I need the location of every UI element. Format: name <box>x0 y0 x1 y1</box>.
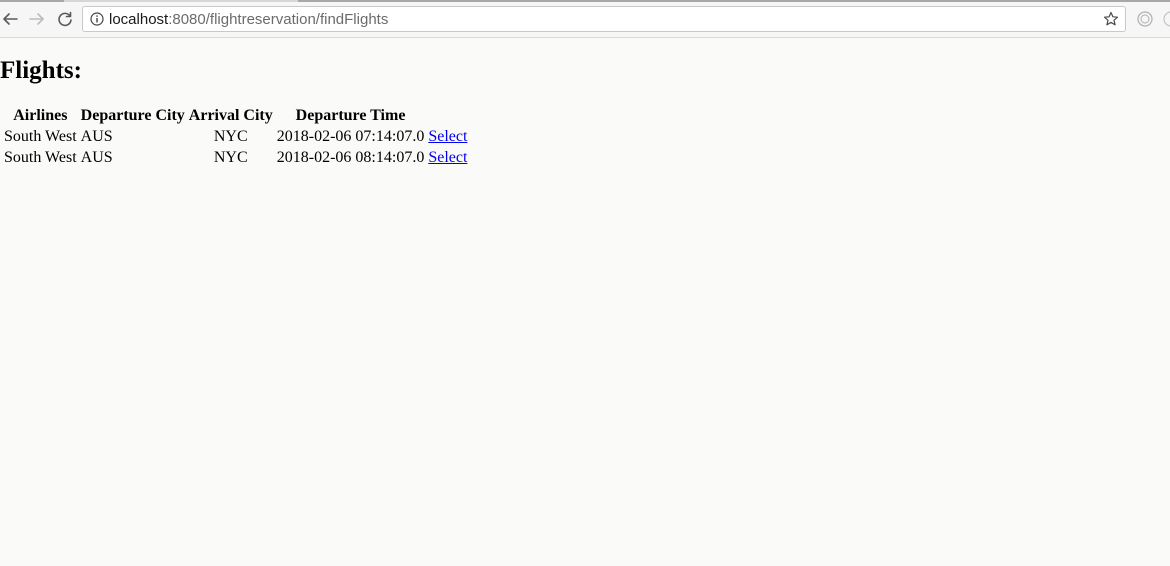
star-icon[interactable] <box>1103 11 1119 27</box>
browser-toolbar: localhost:8080/flightreservation/findFli… <box>0 0 1170 38</box>
extension-icon[interactable] <box>1137 11 1153 27</box>
table-row: South West AUS NYC 2018-02-06 07:14:07.0… <box>3 127 468 146</box>
tab-indicator <box>0 0 64 2</box>
extension-icon-secondary[interactable] <box>1163 11 1170 27</box>
cell-arrival-city: NYC <box>213 128 248 145</box>
select-flight-link[interactable]: Select <box>428 149 467 166</box>
header-action <box>427 106 468 125</box>
cell-action: Select <box>427 148 468 167</box>
cell-arrival-city: NYC <box>213 149 248 166</box>
address-bar[interactable]: localhost:8080/flightreservation/findFli… <box>82 6 1126 32</box>
url-host: localhost <box>109 10 169 28</box>
table-row: South West AUS NYC 2018-02-06 08:14:07.0… <box>3 148 468 167</box>
tab-strip <box>0 0 1170 2</box>
page-title: Flights: <box>0 57 82 84</box>
header-arrival-city: Arrival City <box>188 107 273 124</box>
url-path: :8080/flightreservation/findFlights <box>168 10 389 28</box>
cell-departure-time: 2018-02-06 08:14:07.0 <box>276 149 425 166</box>
reload-icon <box>58 11 72 27</box>
tab-indicator-secondary <box>298 0 1170 2</box>
flights-table: Airlines Departure City Arrival City Dep… <box>1 104 470 169</box>
cell-departure-time: 2018-02-06 07:14:07.0 <box>276 128 425 145</box>
header-departure-time: Departure Time <box>295 107 406 124</box>
cell-departure-city: AUS <box>80 128 113 145</box>
cell-airline: South West <box>4 128 77 145</box>
url-text[interactable]: localhost:8080/flightreservation/findFli… <box>109 11 388 28</box>
arrow-right-icon <box>29 13 44 25</box>
arrow-left-icon <box>3 13 18 25</box>
cell-airline: South West <box>4 149 77 166</box>
header-departure-city: Departure City <box>80 107 185 124</box>
select-flight-link[interactable]: Select <box>428 128 467 145</box>
back-button[interactable] <box>0 9 20 29</box>
cell-action: Select <box>427 127 468 146</box>
forward-button[interactable] <box>27 9 47 29</box>
header-airlines: Airlines <box>13 107 68 124</box>
table-header-row: Airlines Departure City Arrival City Dep… <box>3 106 468 125</box>
info-icon[interactable] <box>90 12 104 26</box>
reload-button[interactable] <box>55 9 75 29</box>
cell-departure-city: AUS <box>80 149 113 166</box>
